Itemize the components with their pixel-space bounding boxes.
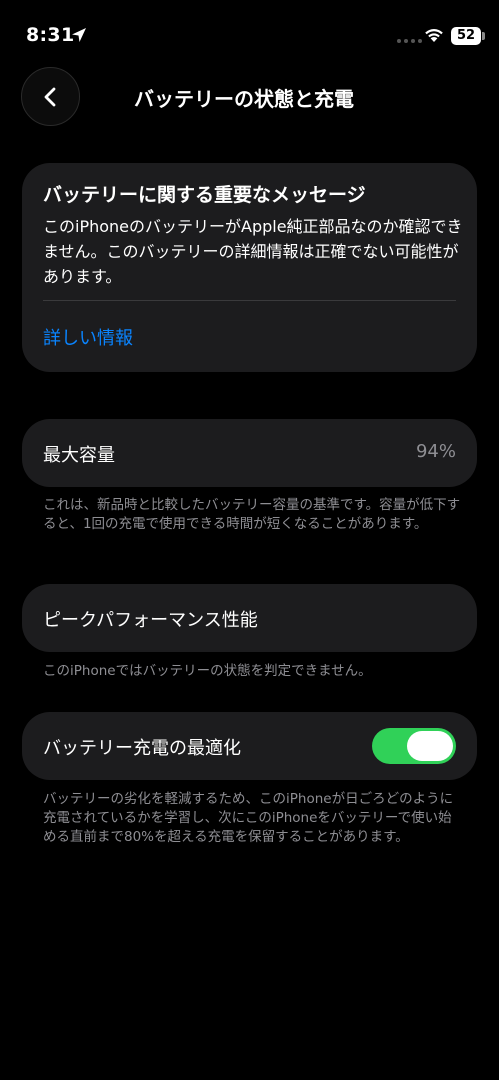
- peak-performance-note: このiPhoneではバッテリーの状態を判定できません。: [43, 663, 372, 679]
- message-title: バッテリーに関する重要なメッセージ: [43, 184, 366, 206]
- max-capacity-label: 最大容量: [43, 445, 115, 466]
- battery-icon: 52: [451, 27, 481, 45]
- battery-level: 52: [456, 28, 476, 43]
- peak-performance-label: ピークパフォーマンス性能: [43, 610, 258, 631]
- status-bar: 8:31 52: [0, 0, 499, 60]
- status-time: 8:31: [26, 24, 75, 46]
- toggle-knob: [407, 731, 453, 761]
- max-capacity-row: 最大容量 94%: [22, 419, 477, 487]
- location-arrow-icon: [72, 28, 86, 42]
- message-body: このiPhoneのバッテリーがApple純正部品なのか確認できません。このバッテ…: [43, 217, 463, 286]
- divider: [43, 300, 456, 301]
- optimized-charging-toggle[interactable]: [372, 728, 456, 764]
- back-button[interactable]: [21, 67, 80, 126]
- page-title: バッテリーの状態と充電: [134, 87, 354, 111]
- optimized-charging-label: バッテリー充電の最適化: [43, 738, 241, 759]
- optimized-charging-row: バッテリー充電の最適化: [22, 712, 477, 780]
- wifi-icon: [425, 29, 443, 42]
- signal-dots-icon: [397, 39, 422, 43]
- battery-nub: [482, 32, 485, 40]
- chevron-left-icon: [44, 87, 55, 106]
- max-capacity-value: 94%: [415, 441, 456, 462]
- battery-message-card: バッテリーに関する重要なメッセージ このiPhoneのバッテリーがApple純正…: [22, 163, 477, 372]
- max-capacity-note: これは、新品時と比較したバッテリー容量の基準です。容量が低下すると、1回の充電で…: [43, 497, 461, 532]
- peak-performance-row[interactable]: ピークパフォーマンス性能: [22, 584, 477, 652]
- optimized-charging-note: バッテリーの劣化を軽減するため、このiPhoneが日ごろどのように充電されている…: [43, 791, 454, 845]
- learn-more-link[interactable]: 詳しい情報: [43, 324, 133, 350]
